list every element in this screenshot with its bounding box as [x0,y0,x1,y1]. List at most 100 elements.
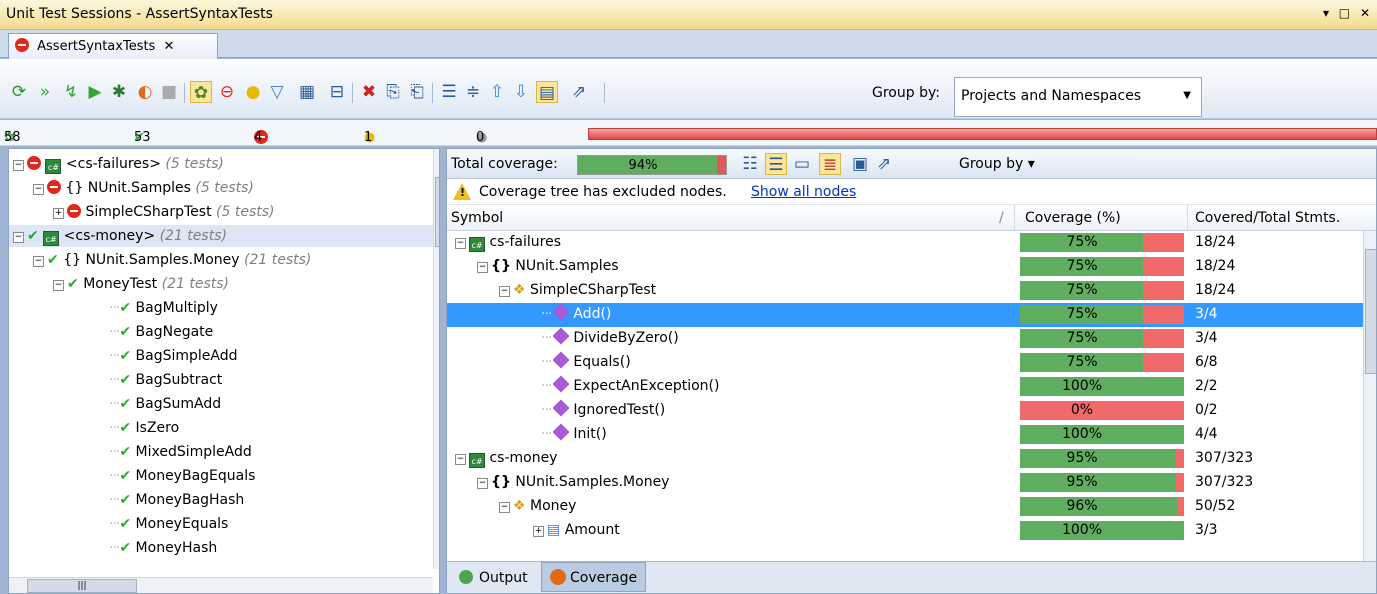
excluded-nodes-warning: ! Coverage tree has excluded nodes. Show… [447,179,1376,205]
coverage-row[interactable]: −{} NUnit.Samples.Money 95% 307/323 [447,471,1363,495]
test-progress-bar [588,128,1377,140]
tree-node-nunit-samples[interactable]: − {} NUnit.Samples (5 tests) [33,177,254,199]
tree-node-moneytest[interactable]: − ✔ MoneyTest (21 tests) [53,273,229,295]
coverage-row[interactable]: ··· DivideByZero() 75% 3/4 [447,327,1363,351]
tree-node-test[interactable]: ···✔ BagSumAdd [109,393,221,415]
sort-icon: / [999,210,1004,226]
total-coverage-value: 94% [628,158,658,173]
property-icon: ▤ [547,522,561,538]
tab-output[interactable]: Output [451,566,536,592]
tree-node-nunit-samples-money[interactable]: − ✔ {} NUnit.Samples.Money (21 tests) [33,249,311,271]
save-icon[interactable]: ▣ [849,153,871,175]
toolbar-separator [432,83,433,103]
total-coverage-meter: 94% [577,155,727,175]
coverage-group-by[interactable]: Group by ▾ [959,156,1035,172]
group-by-select[interactable]: Projects and Namespaces ▼ [954,77,1202,117]
toolbar-separator [184,83,185,103]
scrollbar-thumb[interactable] [1365,249,1376,374]
coverage-row[interactable]: − c# cs-money 95% 307/323 [447,447,1363,471]
run-icon[interactable]: ▶ [84,81,106,103]
scrollbar-thumb[interactable]: ||| [27,579,137,593]
coverage-row[interactable]: − c# cs-failures 75% 18/24 [447,231,1363,255]
coverage-row[interactable]: ··· Init() 100% 4/4 [447,423,1363,447]
failed-status-icon [15,38,29,52]
tree-node-test[interactable]: ···✔ BagSimpleAdd [109,345,238,367]
remove-icon[interactable]: ✖ [358,81,380,103]
group-by-label: Group by: [872,85,940,101]
column-coverage[interactable]: Coverage (%) [1025,210,1121,226]
tree-node-cs-money[interactable]: − ✔ c# <cs-money> (21 tests) [9,225,433,247]
tab-coverage[interactable]: Coverage [541,562,647,592]
tab-assertsyntaxtests[interactable]: AssertSyntaxTests ✕ [8,33,218,59]
arrow-up-icon[interactable]: ⇧ [486,81,508,103]
coverage-pane: Total coverage: 94% ☷ ☰ ▭ ≣ ▣ ⇗ Group by… [446,148,1377,594]
coverage-toolbar: Total coverage: 94% ☷ ☰ ▭ ≣ ▣ ⇗ Group by… [447,149,1376,179]
column-symbol[interactable]: Symbol [451,210,503,226]
show-failed-icon[interactable]: ⊖ [216,81,238,103]
window-controls[interactable]: ▾ □ ✕ [1323,6,1373,20]
collapse-all-icon[interactable]: ≑ [462,81,484,103]
tree-node-test[interactable]: ···✔ MoneyHash [109,537,217,559]
group-by-value: Projects and Namespaces [961,88,1142,104]
class-icon: ❖ [513,498,526,514]
tab-label: AssertSyntaxTests [37,39,156,54]
tree-node-simplecsharptest[interactable]: + SimpleCSharpTest (5 tests) [53,201,275,223]
show-all-icon[interactable]: ✿ [190,81,212,103]
class-icon: ❖ [513,282,526,298]
open-external-icon[interactable]: ⇗ [568,81,590,103]
window-titlebar: Unit Test Sessions - AssertSyntaxTests ▾… [0,0,1377,30]
coverage-row[interactable]: − ❖ SimpleCSharpTest 75% 18/24 [447,279,1363,303]
coverage-row[interactable]: −{} NUnit.Samples 75% 18/24 [447,255,1363,279]
filter-icon[interactable]: ▽ [266,81,288,103]
method-icon [552,327,570,345]
coverage-row[interactable]: − ❖ Money 96% 50/52 [447,495,1363,519]
tree-node-test[interactable]: ···✔ MixedSimpleAdd [109,441,252,463]
arrow-down-icon[interactable]: ⇩ [510,81,532,103]
unit-test-toolbar: ⟳ » ↯ ▶ ✱ ◐ ■ ✿ ⊖ ● ▽ ▦ ⊟ ✖ ⎘ ⎗ ☰ ≑ ⇧ ⇩ … [0,59,1377,119]
tree-node-test[interactable]: ···✔ MoneyBagHash [109,489,244,511]
stop-icon[interactable]: ■ [158,81,180,103]
collapse-icon[interactable]: ⊟ [326,81,348,103]
run-failed-icon[interactable]: ↯ [60,81,82,103]
run-all-icon[interactable]: » [34,81,56,103]
tree-node-test[interactable]: ···✔ BagSubtract [109,369,222,391]
method-icon [552,399,570,417]
coverage-row[interactable]: + ▤ Amount 100% 3/3 [447,519,1363,543]
coverage-row-selected[interactable]: ··· Add() 75% 3/4 [447,303,1363,327]
coverage-icon [550,569,566,585]
tree-node-cs-failures[interactable]: − c# <cs-failures> (5 tests) [13,153,224,175]
output-icon [459,570,473,584]
tree-node-test[interactable]: ···✔ BagMultiply [109,297,218,319]
import-icon[interactable]: ⎗ [406,81,428,103]
close-icon[interactable]: ✕ [163,39,174,54]
method-icon [552,375,570,393]
total-coverage-label: Total coverage: [451,156,558,172]
column-stmts[interactable]: Covered/Total Stmts. [1195,210,1340,226]
bottom-tabs: Output Coverage [447,561,1376,593]
highlight-icon[interactable]: ≣ [819,153,841,175]
window-icon[interactable]: ▭ [791,153,813,175]
layout-icon[interactable]: ▤ [536,81,558,103]
tree-view-icon[interactable]: ☷ [739,153,761,175]
group-icon[interactable]: ▦ [296,81,318,103]
tree-node-test[interactable]: ···✔ MoneyEquals [109,513,228,535]
expand-all-icon[interactable]: ☰ [438,81,460,103]
toolbar-separator [352,83,353,103]
cover-icon[interactable]: ◐ [134,81,156,103]
show-all-nodes-link[interactable]: Show all nodes [751,184,856,200]
show-ignored-icon[interactable]: ● [242,81,264,103]
session-tabbar: AssertSyntaxTests ✕ [0,30,1377,59]
refresh-icon[interactable]: ⟳ [8,81,30,103]
coverage-row[interactable]: ··· ExpectAnException() 100% 2/2 [447,375,1363,399]
list-view-icon[interactable]: ☰ [765,153,787,175]
toolbar-separator [604,83,605,103]
tree-node-test[interactable]: ···✔ IsZero [109,417,179,439]
tree-node-test[interactable]: ···✔ BagNegate [109,321,213,343]
coverage-row[interactable]: ··· IgnoredTest() 0% 0/2 [447,399,1363,423]
coverage-row[interactable]: ··· Equals() 75% 6/8 [447,351,1363,375]
export-icon[interactable]: ⇗ [873,153,895,175]
tree-node-test[interactable]: ···✔ MoneyBagEquals [109,465,255,487]
chevron-down-icon: ▼ [1183,90,1191,101]
export-icon[interactable]: ⎘ [382,81,404,103]
debug-icon[interactable]: ✱ [108,81,130,103]
